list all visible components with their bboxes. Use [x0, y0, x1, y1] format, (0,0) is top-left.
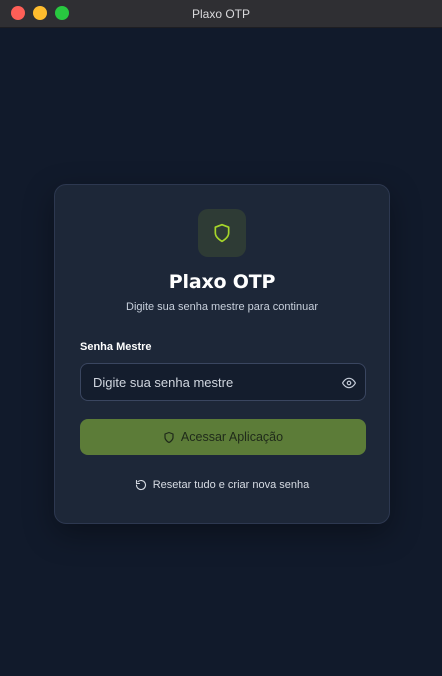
shield-icon [164, 431, 174, 443]
window-title: Plaxo OTP [191, 6, 251, 21]
app-logo [198, 209, 246, 257]
window-controls [11, 6, 69, 20]
app-title: Plaxo OTP [168, 271, 276, 293]
minimize-window-button[interactable] [33, 6, 47, 20]
reset-all-label: Resetar tudo e criar nova senha [152, 479, 310, 491]
refresh-icon [135, 479, 146, 491]
app-subtitle: Digite sua senha mestre para continuar [126, 301, 318, 313]
maximize-window-button[interactable] [55, 6, 69, 20]
password-input[interactable] [81, 364, 365, 400]
access-app-button[interactable]: Acessar Aplicação [80, 419, 366, 455]
app-window: Plaxo OTP Plaxo OTP Digite sua senha mes… [0, 0, 442, 676]
access-app-label: Acessar Aplicação [180, 430, 284, 444]
shield-icon [214, 223, 230, 243]
title-bar: Plaxo OTP [0, 0, 442, 28]
password-field-container [80, 363, 366, 401]
reset-all-link[interactable]: Resetar tudo e criar nova senha [55, 479, 389, 491]
close-window-button[interactable] [11, 6, 25, 20]
login-card: Plaxo OTP Digite sua senha mestre para c… [54, 184, 390, 524]
eye-icon[interactable] [342, 376, 356, 390]
password-label: Senha Mestre [80, 341, 152, 353]
